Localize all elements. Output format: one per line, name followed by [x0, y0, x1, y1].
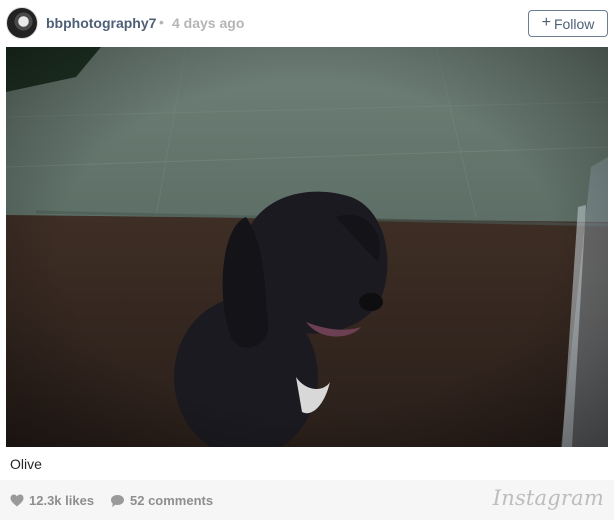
username-link[interactable]: bbphotography7	[46, 15, 156, 31]
speech-bubble-icon	[111, 494, 124, 507]
likes-label: 12.3k likes	[29, 493, 95, 508]
post-photo[interactable]	[6, 47, 608, 447]
follow-label: Follow	[553, 15, 595, 32]
post-header: bbphotography7 • 4 days ago + Follow	[0, 0, 614, 46]
likes-count[interactable]: 12.3k likes	[10, 493, 94, 508]
post-caption: Olive	[10, 456, 42, 472]
timestamp[interactable]: 4 days ago	[172, 15, 244, 31]
comments-link[interactable]: 52 comments	[110, 493, 213, 508]
dog-photo-image	[6, 47, 608, 447]
heart-icon	[10, 494, 24, 507]
comments-label: 52 comments	[130, 493, 214, 508]
post-footer: 12.3k likes 52 comments Instagram	[0, 480, 614, 520]
avatar[interactable]	[6, 7, 38, 39]
plus-icon: +	[541, 14, 551, 31]
separator-dot: •	[159, 14, 164, 30]
follow-button[interactable]: + Follow	[528, 10, 608, 37]
instagram-logo[interactable]: Instagram	[493, 486, 604, 510]
